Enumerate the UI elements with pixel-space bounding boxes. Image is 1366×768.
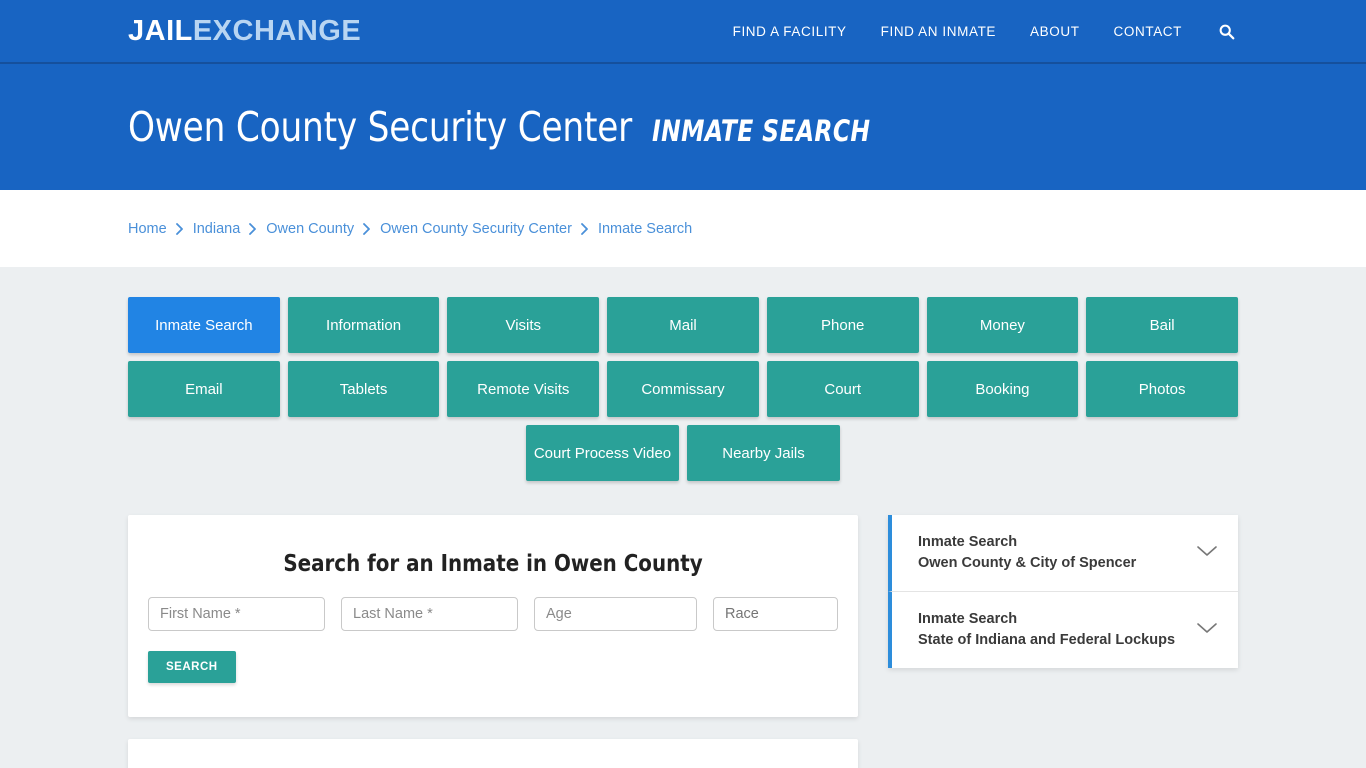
breadcrumb-item-indiana[interactable]: Indiana	[193, 221, 241, 237]
breadcrumb-separator-icon	[581, 222, 589, 235]
breadcrumb-item-owen-county-security-center[interactable]: Owen County Security Center	[380, 221, 572, 237]
age-input[interactable]	[534, 597, 697, 631]
tab-money[interactable]: Money	[926, 297, 1079, 353]
tab-court-process-video[interactable]: Court Process Video	[526, 425, 679, 481]
page-subtitle: INMATE SEARCH	[652, 114, 871, 148]
accordion-title: Inmate Search	[918, 611, 1018, 628]
primary-navigation: FIND A FACILITY FIND AN INMATE ABOUT CON…	[733, 21, 1236, 41]
breadcrumb-separator-icon	[363, 222, 371, 235]
tab-photos[interactable]: Photos	[1086, 361, 1238, 417]
nav-item-find-a-facility[interactable]: FIND A FACILITY	[733, 24, 847, 39]
tab-bail[interactable]: Bail	[1086, 297, 1238, 353]
search-icon[interactable]	[1216, 21, 1236, 41]
race-select[interactable]: Race	[713, 597, 838, 631]
tab-phone[interactable]: Phone	[766, 297, 919, 353]
facility-tab-row-1: Inmate Search Information Visits Mail Ph…	[128, 297, 1238, 353]
right-column: Inmate Search Owen County & City of Spen…	[888, 515, 1238, 669]
main-content: Inmate Search Information Visits Mail Ph…	[0, 267, 1366, 768]
page-title: Owen County Security Center	[128, 103, 633, 151]
chevron-down-icon	[1196, 621, 1218, 640]
content-columns: Search for an Inmate in Owen County Race…	[128, 515, 1238, 768]
breadcrumb-item-inmate-search: Inmate Search	[597, 220, 693, 237]
tab-tablets[interactable]: Tablets	[287, 361, 440, 417]
tab-court[interactable]: Court	[766, 361, 919, 417]
accordion-item-owen-county[interactable]: Inmate Search Owen County & City of Spen…	[888, 515, 1238, 593]
tab-nearby-jails[interactable]: Nearby Jails	[687, 425, 840, 481]
nav-item-contact[interactable]: CONTACT	[1114, 24, 1182, 39]
search-heading: Search for an Inmate in Owen County	[283, 551, 703, 577]
accordion-subtitle: State of Indiana and Federal Lockups	[918, 632, 1176, 649]
breadcrumb-separator-icon	[175, 222, 184, 235]
inmate-search-card: Search for an Inmate in Owen County Race…	[128, 515, 858, 717]
inmate-search-accordion: Inmate Search Owen County & City of Spen…	[888, 515, 1238, 669]
left-column: Search for an Inmate in Owen County Race…	[128, 515, 858, 768]
breadcrumb-separator-icon	[249, 222, 257, 235]
search-fields: Race	[148, 597, 838, 631]
logo-text-jail: JAIL	[128, 14, 193, 47]
breadcrumb-item-owen-county[interactable]: Owen County	[266, 221, 354, 237]
site-logo[interactable]: JAILEXCHANGE	[128, 14, 362, 47]
tab-information[interactable]: Information	[287, 297, 440, 353]
breadcrumb: Home Indiana Owen County Owen County Sec…	[128, 221, 692, 237]
tab-commissary[interactable]: Commissary	[607, 361, 759, 417]
secondary-content-card	[128, 739, 858, 768]
facility-tab-row-2: Email Tablets Remote Visits Commissary C…	[128, 361, 1238, 417]
search-submit-button[interactable]: SEARCH	[148, 651, 236, 683]
chevron-down-icon	[1196, 544, 1218, 563]
site-header: JAILEXCHANGE FIND A FACILITY FIND AN INM…	[0, 0, 1366, 64]
tab-inmate-search[interactable]: Inmate Search	[128, 297, 280, 353]
accordion-item-state-of-indiana[interactable]: Inmate Search State of Indiana and Feder…	[888, 592, 1238, 669]
tab-booking[interactable]: Booking	[926, 361, 1079, 417]
nav-item-find-an-inmate[interactable]: FIND AN INMATE	[881, 24, 996, 39]
tab-visits[interactable]: Visits	[447, 297, 600, 353]
tab-remote-visits[interactable]: Remote Visits	[447, 361, 600, 417]
last-name-input[interactable]	[341, 597, 518, 631]
accordion-title: Inmate Search	[918, 534, 1018, 550]
first-name-input[interactable]	[148, 597, 325, 631]
breadcrumb-bar: Home Indiana Owen County Owen County Sec…	[0, 190, 1366, 267]
logo-text-exchange: EXCHANGE	[192, 14, 362, 47]
tab-mail[interactable]: Mail	[607, 297, 759, 353]
breadcrumb-item-home[interactable]: Home	[128, 221, 167, 237]
facility-tab-row-3: Court Process Video Nearby Jails	[128, 425, 1238, 481]
tab-email[interactable]: Email	[128, 361, 280, 417]
page-hero-banner: Owen County Security Center INMATE SEARC…	[0, 64, 1366, 190]
accordion-subtitle: Owen County & City of Spencer	[918, 555, 1137, 572]
nav-item-about[interactable]: ABOUT	[1030, 24, 1080, 39]
